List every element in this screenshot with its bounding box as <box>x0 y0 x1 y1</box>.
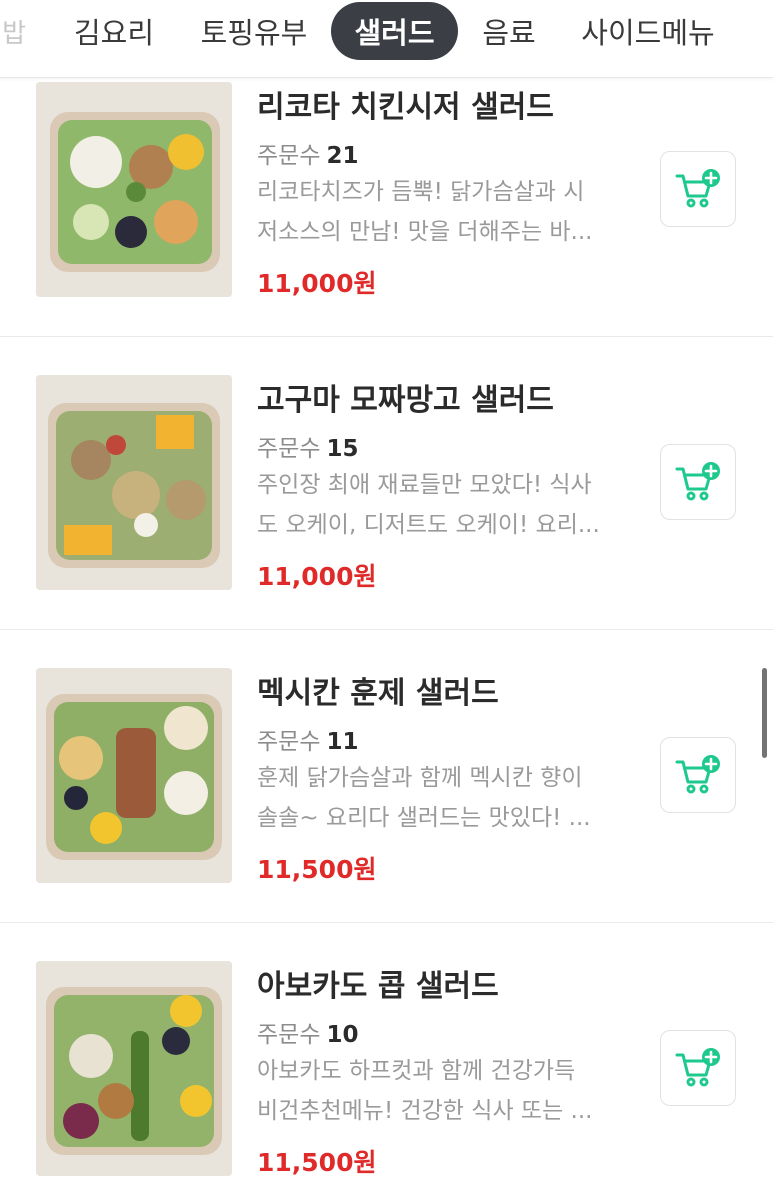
item-name: 리코타 치킨시저 샐러드 <box>257 90 554 125</box>
salad-photo <box>36 82 232 297</box>
salad-photo <box>36 668 232 883</box>
tab-gimbap[interactable]: 김요리 <box>64 2 164 60</box>
order-count: 주문수 21 <box>257 143 359 169</box>
item-description: 주인장 최애 재료들만 모았다! 식사 도 오케이, 디저트도 오케이! 요리.… <box>257 472 600 538</box>
cart-plus-icon <box>675 1048 720 1087</box>
tab-topping-yubu[interactable]: 토핑유부 <box>194 2 314 60</box>
item-description: 훈제 닭가슴살과 함께 멕시칸 향이 솔솔~ 요리다 샐러드는 맛있다! ... <box>257 765 591 831</box>
menu-item[interactable]: 고구마 모짜망고 샐러드 주문수 15 주인장 최애 재료들만 모았다! 식사 도… <box>0 337 773 630</box>
cart-plus-icon <box>675 755 720 794</box>
item-price: 11,000원 <box>257 269 377 298</box>
tab-side-menu[interactable]: 사이드메뉴 <box>574 2 722 60</box>
cart-plus-icon <box>675 169 720 208</box>
order-count: 주문수 11 <box>257 729 359 755</box>
item-description: 리코타치즈가 듬뿍! 닭가슴살과 시 저소스의 만남! 맛을 더해주는 바... <box>257 179 593 245</box>
item-price: 11,000원 <box>257 562 377 591</box>
scrollbar[interactable] <box>762 668 767 758</box>
cart-plus-icon <box>675 462 720 501</box>
order-count: 주문수 10 <box>257 1022 359 1048</box>
item-price: 11,500원 <box>257 855 377 884</box>
salad-photo <box>36 961 232 1176</box>
add-to-cart-button[interactable] <box>660 1030 736 1106</box>
category-tab-bar: 밥 김요리 토핑유부 샐러드 음료 사이드메뉴 <box>0 0 773 78</box>
item-name: 고구마 모짜망고 샐러드 <box>257 383 554 418</box>
add-to-cart-button[interactable] <box>660 737 736 813</box>
salad-photo <box>36 375 232 590</box>
order-count: 주문수 15 <box>257 436 359 462</box>
tab-salad[interactable]: 샐러드 <box>331 2 458 60</box>
tab-rice[interactable]: 밥 <box>4 2 26 60</box>
menu-item[interactable]: 아보카도 콥 샐러드 주문수 10 아보카도 하프컷과 함께 건강가득 비건추천메… <box>0 923 773 1192</box>
item-name: 멕시칸 훈제 샐러드 <box>257 676 499 711</box>
item-description: 아보카도 하프컷과 함께 건강가득 비건추천메뉴! 건강한 식사 또는 ... <box>257 1058 593 1124</box>
item-name: 아보카도 콥 샐러드 <box>257 969 499 1004</box>
add-to-cart-button[interactable] <box>660 444 736 520</box>
menu-item[interactable]: 멕시칸 훈제 샐러드 주문수 11 훈제 닭가슴살과 함께 멕시칸 향이 솔솔~ … <box>0 630 773 923</box>
add-to-cart-button[interactable] <box>660 151 736 227</box>
salad-menu-page: 밥 김요리 토핑유부 샐러드 음료 사이드메뉴 리코타 치킨시저 샐러드 주문수… <box>0 0 773 1192</box>
item-price: 11,500원 <box>257 1148 377 1177</box>
menu-item[interactable]: 리코타 치킨시저 샐러드 주문수 21 리코타치즈가 듬뿍! 닭가슴살과 시 저소… <box>0 60 773 337</box>
tab-drinks[interactable]: 음료 <box>474 2 544 60</box>
